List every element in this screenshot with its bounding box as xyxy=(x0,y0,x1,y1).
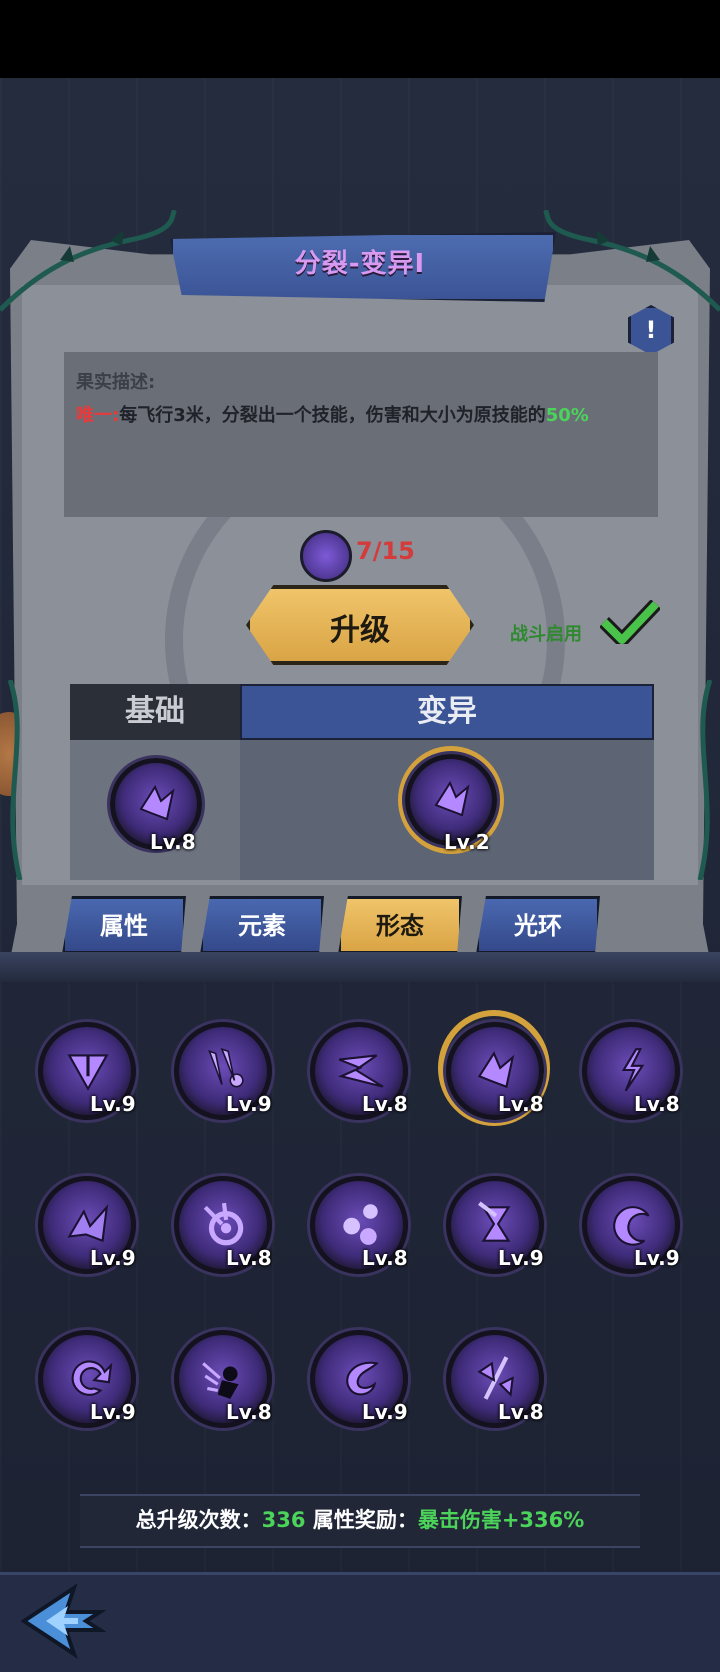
fragment-count: 7/15 xyxy=(356,537,415,565)
description-percent: 50% xyxy=(545,405,589,426)
description-text: 唯一:每飞行3米，分裂出一个技能，伤害和大小为原技能的50% xyxy=(76,400,646,432)
skill-level: Lv.8 xyxy=(226,1400,272,1424)
crescent-icon xyxy=(613,1206,650,1246)
skill-level: Lv.8 xyxy=(226,1246,272,1270)
thorn-vine-side-left xyxy=(7,680,23,880)
spiral-icon xyxy=(71,1360,113,1396)
total-label: 总升级次数： xyxy=(135,1508,262,1532)
tab-aura[interactable]: 光环 xyxy=(476,896,600,954)
description-main: 每飞行3米，分裂出一个技能，伤害和大小为原技能的 xyxy=(119,405,546,426)
status-bar xyxy=(0,0,720,78)
base-level: Lv.8 xyxy=(150,830,196,854)
target-icon xyxy=(203,1202,244,1246)
tab-elements[interactable]: 元素 xyxy=(200,896,324,954)
skill-level: Lv.8 xyxy=(362,1092,408,1116)
shards-icon xyxy=(67,1204,109,1243)
zigzag-bolt-icon xyxy=(338,1054,384,1088)
vortex-icon xyxy=(346,1361,379,1396)
tab-form[interactable]: 形态 xyxy=(338,896,462,954)
skill-level: Lv.8 xyxy=(362,1246,408,1270)
panel-title: 分裂-变异I xyxy=(294,249,426,279)
shatter-icon xyxy=(434,780,470,817)
shatter-icon xyxy=(477,1051,515,1089)
footer-summary: 总升级次数：336 属性奖励：暴击伤害+336% xyxy=(80,1504,640,1534)
bonus-value: 暴击伤害+336% xyxy=(417,1508,585,1532)
upgrade-label[interactable]: 升级 xyxy=(246,605,474,649)
tab-attributes[interactable]: 属性 xyxy=(62,896,186,954)
rift-icon xyxy=(477,1356,514,1400)
split-arrow-icon xyxy=(67,1054,109,1091)
description-box: 果实描述: 唯一:每飞行3米，分裂出一个技能，伤害和大小为原技能的50% xyxy=(64,352,658,517)
shadow-dash-icon xyxy=(202,1362,239,1399)
thorn-vine-side-right xyxy=(697,680,713,880)
skill-level: Lv.9 xyxy=(90,1092,136,1116)
shatter-icon xyxy=(139,784,175,821)
unique-tag: 唯一: xyxy=(76,405,120,426)
orbs-icon xyxy=(343,1204,378,1245)
claw-slash-icon xyxy=(208,1047,244,1088)
thorn-vine-left xyxy=(0,210,178,312)
fragment-icon xyxy=(300,530,352,582)
hourglass-icon xyxy=(478,1201,511,1242)
thorn-vine-right xyxy=(542,210,720,312)
skill-level: Lv.8 xyxy=(498,1092,544,1116)
skill-level: Lv.9 xyxy=(362,1400,408,1424)
mutation-level: Lv.2 xyxy=(444,830,490,854)
skill-level: Lv.8 xyxy=(634,1092,680,1116)
description-heading: 果实描述: xyxy=(76,372,156,393)
skill-level: Lv.8 xyxy=(498,1400,544,1424)
bonus-label: 属性奖励： xyxy=(312,1508,418,1532)
battle-enable-label: 战斗启用 xyxy=(510,624,582,645)
skill-grid: Lv.9 Lv.9 Lv.8 Lv.8 Lv.8 Lv.9 Lv.8 Lv.8 Lv.9 Lv.9… xyxy=(0,982,720,1542)
skill-level: Lv.9 xyxy=(498,1246,544,1270)
mutation-header: 变异 xyxy=(240,684,654,740)
skill-level: Lv.9 xyxy=(90,1246,136,1270)
skill-level: Lv.9 xyxy=(90,1400,136,1424)
base-header: 基础 xyxy=(70,684,240,740)
bottom-nav-bar xyxy=(0,1572,720,1672)
section-divider xyxy=(0,952,720,982)
checkmark-icon[interactable] xyxy=(600,600,660,644)
lightning-icon xyxy=(621,1048,645,1092)
back-arrow-icon[interactable] xyxy=(16,1582,106,1660)
skill-level: Lv.9 xyxy=(226,1092,272,1116)
skill-level: Lv.9 xyxy=(634,1246,680,1270)
total-value: 336 xyxy=(261,1508,306,1532)
